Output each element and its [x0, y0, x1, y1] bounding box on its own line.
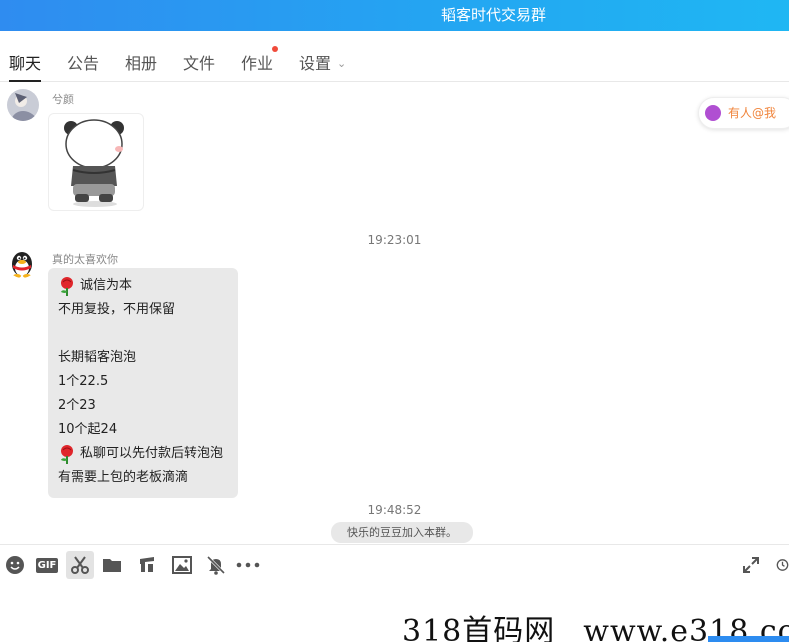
more-button[interactable] — [236, 553, 260, 577]
mute-button[interactable] — [204, 553, 228, 577]
tab-files[interactable]: 文件 — [183, 50, 215, 74]
tab-chat[interactable]: 聊天 — [9, 50, 42, 82]
message-line: 诚信为本 — [58, 274, 228, 298]
file-button[interactable] — [100, 553, 124, 577]
image-button[interactable] — [170, 553, 194, 577]
window-titlebar: 韬客时代交易群 — [0, 0, 789, 31]
clock-icon — [776, 559, 789, 571]
watermark-left: 318首码网 — [402, 614, 556, 642]
avatar[interactable] — [7, 89, 39, 121]
timestamp: 19:23:01 — [367, 233, 422, 247]
rose-icon — [61, 445, 73, 464]
tab-label: 作业 — [241, 54, 274, 73]
more-icon — [236, 562, 260, 568]
expand-icon — [743, 557, 759, 573]
tab-homework[interactable]: 作业 — [241, 46, 279, 74]
input-toolbar: GIF — [0, 544, 789, 584]
window-title: 韬客时代交易群 — [441, 6, 547, 24]
system-notice: 快乐的豆豆加入本群。 — [331, 522, 473, 543]
tab-album[interactable]: 相册 — [125, 50, 157, 74]
panda-sticker-icon — [64, 119, 124, 207]
scissors-icon — [71, 556, 89, 574]
avatar-icon — [7, 89, 39, 121]
message-line — [58, 322, 228, 346]
folder-icon — [103, 559, 121, 572]
tab-label: 相册 — [125, 54, 158, 73]
gif-icon: GIF — [35, 557, 59, 573]
message-text: 不用复投，不用保留 — [58, 302, 176, 317]
timestamp: 19:48:52 — [367, 503, 422, 517]
tab-label: 公告 — [67, 54, 100, 73]
mention-icon — [705, 105, 721, 121]
message-text: 2个23 — [58, 398, 96, 413]
message-bubble[interactable]: 诚信为本 不用复投，不用保留 长期韬客泡泡 1个22.5 2个23 10个起24… — [48, 268, 238, 498]
chevron-down-icon: ⌄ — [337, 57, 347, 70]
music-icon — [140, 557, 154, 572]
message-line: 10个起24 — [58, 418, 228, 442]
notification-dot — [272, 46, 279, 52]
message-line: 有需要上包的老板滴滴 — [58, 466, 228, 490]
tab-announcement[interactable]: 公告 — [67, 50, 99, 74]
message-text: 私聊可以先付款后转泡泡 — [80, 446, 224, 461]
message-text: 长期韬客泡泡 — [58, 350, 137, 365]
message-line: 私聊可以先付款后转泡泡 — [58, 442, 228, 466]
sender-name: 真的太喜欢你 — [52, 253, 118, 266]
expand-button[interactable] — [739, 553, 763, 577]
music-button[interactable] — [135, 553, 159, 577]
tab-label: 设置 — [299, 54, 332, 73]
tab-bar: 聊天 公告 相册 文件 作业 设置 ⌄ — [0, 31, 789, 82]
message-line: 2个23 — [58, 394, 228, 418]
tab-label: 文件 — [183, 54, 216, 73]
sender-name: 兮颜 — [52, 93, 74, 106]
screenshot-button[interactable] — [66, 551, 94, 579]
message-text: 有需要上包的老板滴滴 — [58, 470, 189, 485]
gif-button[interactable]: GIF — [35, 553, 59, 577]
tab-label: 聊天 — [9, 54, 42, 73]
mention-label: 有人@我 — [728, 106, 777, 120]
history-button[interactable] — [776, 553, 789, 577]
message-line: 长期韬客泡泡 — [58, 346, 228, 370]
emoji-icon — [6, 556, 24, 574]
panda-sticker[interactable] — [48, 113, 144, 211]
message-line: 1个22.5 — [58, 370, 228, 394]
emoji-button[interactable] — [3, 553, 27, 577]
send-button-edge[interactable] — [708, 636, 789, 642]
message-text: 1个22.5 — [58, 374, 109, 389]
message-text: 诚信为本 — [80, 278, 133, 293]
qq-penguin-icon — [7, 248, 37, 278]
message-text: 10个起24 — [58, 422, 118, 437]
message-line: 不用复投，不用保留 — [58, 298, 228, 322]
image-icon — [172, 556, 192, 574]
rose-icon — [61, 277, 73, 296]
tab-settings[interactable]: 设置 ⌄ — [299, 50, 346, 74]
chat-area[interactable]: 兮颜 19:23:01 真的太喜欢你 诚信为本 不用复投，不用保留 长期韬客泡泡… — [0, 83, 789, 544]
avatar[interactable] — [7, 248, 37, 278]
bell-off-icon — [206, 555, 226, 575]
mention-indicator[interactable]: 有人@我 — [698, 97, 789, 129]
